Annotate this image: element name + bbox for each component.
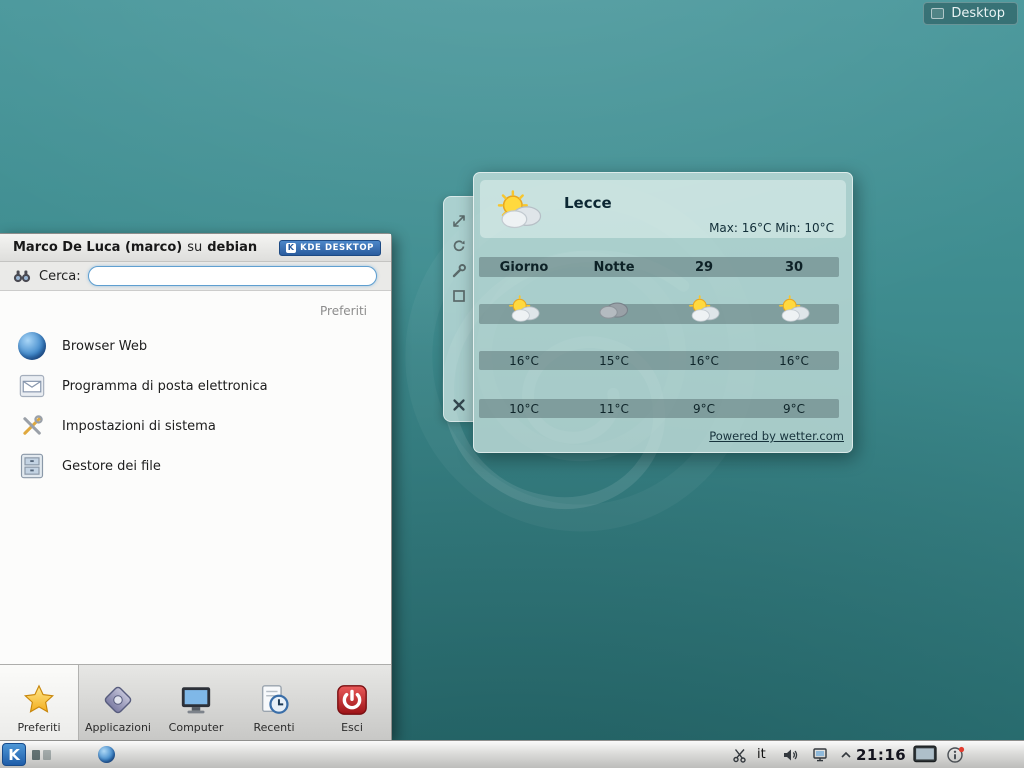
forecast-column-headers: Giorno Notte 29 30 [479,257,839,277]
menu-item-label: Browser Web [62,339,147,354]
weather-icon-cloudy [595,295,633,323]
day-temp: 15°C [569,354,659,368]
weather-city: Lecce [564,194,612,212]
resize-icon[interactable] [451,213,467,229]
virtual-desktop-pager[interactable] [32,741,51,768]
favorites-section-label: Preferiti [320,304,367,318]
taskbar-panel: K it 21:16 [0,740,1024,768]
keyboard-layout-indicator[interactable]: it [757,741,766,768]
tab-label: Preferiti [17,721,60,734]
desktop-toolbox-label: Desktop [951,6,1005,21]
computer-icon [179,683,213,717]
rotate-icon[interactable] [451,238,467,254]
day-temp: 16°C [659,354,749,368]
night-temperatures-row: 10°C 11°C 9°C 9°C [479,399,839,418]
pager-desktop-2[interactable] [43,750,51,760]
desktop: { "desktop": { "toolbox_label": "Desktop… [0,0,1024,768]
menu-item-system-settings[interactable]: Impostazioni di sistema [0,406,391,446]
kickoff-tab-bar: Preferiti Applicazioni Computer [0,664,391,740]
digital-clock[interactable]: 21:16 [856,741,906,768]
night-temp: 10°C [479,402,569,416]
night-temp: 9°C [749,402,839,416]
weather-widget-handle[interactable] [443,196,474,422]
kickoff-search-row: Cerca: [0,262,391,291]
weather-icon-sun-cloud [775,295,813,323]
maximize-icon[interactable] [451,288,467,304]
tab-favorites[interactable]: Preferiti [0,665,79,740]
tab-label: Esci [341,721,363,734]
host-name: debian [207,240,257,255]
forecast-col-header: Giorno [479,260,569,275]
menu-item-label: Gestore dei file [62,459,161,474]
pager-desktop-1[interactable] [32,750,40,760]
close-icon[interactable] [451,397,467,413]
kde-logo: K [8,746,20,764]
header-separator-word: su [187,240,202,255]
kde-logo-mini: K [286,243,296,253]
weather-header: Lecce Max: 16°C Min: 10°C [480,180,846,238]
web-shortcut-icon[interactable] [98,746,115,763]
kde-desktop-badge-label: KDE DESKTOP [300,243,374,253]
weather-icon-sun-cloud [505,295,543,323]
forecast-col-header: 29 [659,260,749,275]
email-icon [18,372,46,400]
night-temp: 11°C [569,402,659,416]
search-input[interactable] [88,266,377,286]
display-settings-icon[interactable] [912,745,938,765]
night-temp: 9°C [659,402,749,416]
recent-documents-icon [257,683,291,717]
system-settings-icon [18,412,46,440]
menu-item-browser-web[interactable]: Browser Web [0,326,391,366]
forecast-col-header: Notte [569,260,659,275]
binoculars-icon [12,266,32,286]
tab-label: Computer [169,721,224,734]
forecast-icons [479,292,839,326]
tab-label: Applicazioni [85,721,151,734]
forecast-col-header: 30 [749,260,839,275]
web-browser-icon [18,332,46,360]
volume-icon[interactable] [782,747,798,763]
notifications-icon[interactable] [946,745,966,765]
search-label: Cerca: [39,269,81,284]
weather-credit-link[interactable]: Powered by wetter.com [709,429,844,443]
kickoff-header: Marco De Luca (marco) su debian K KDE DE… [0,234,391,262]
menu-item-file-manager[interactable]: Gestore dei file [0,446,391,486]
day-temperatures-row: 16°C 15°C 16°C 16°C [479,351,839,370]
day-temp: 16°C [749,354,839,368]
configure-wrench-icon[interactable] [451,263,467,279]
menu-item-email[interactable]: Programma di posta elettronica [0,366,391,406]
desktop-folder-icon [931,8,944,19]
file-manager-icon [18,452,46,480]
network-monitor-icon[interactable] [812,747,830,763]
kmenu-launcher-button[interactable]: K [2,743,26,766]
tab-computer[interactable]: Computer [157,665,235,740]
applications-icon [101,683,135,717]
klipper-scissors-icon[interactable] [732,747,748,763]
day-temp: 16°C [479,354,569,368]
weather-minmax: Max: 16°C Min: 10°C [709,221,834,235]
tab-recent[interactable]: Recenti [235,665,313,740]
tab-leave[interactable]: Esci [313,665,391,740]
shutdown-icon [335,683,369,717]
desktop-toolbox[interactable]: Desktop [923,2,1018,25]
weather-current-icon [492,190,546,230]
user-name: Marco De Luca (marco) [13,240,182,255]
star-icon [22,683,56,717]
kde-desktop-badge: K KDE DESKTOP [279,240,381,256]
kickoff-items: Browser Web Programma di posta elettroni… [0,326,391,486]
menu-item-label: Programma di posta elettronica [62,379,268,394]
menu-item-label: Impostazioni di sistema [62,419,216,434]
tab-applications[interactable]: Applicazioni [79,665,157,740]
systray-expander-icon[interactable] [840,751,852,759]
weather-widget: Lecce Max: 16°C Min: 10°C Giorno Notte 2… [473,172,853,453]
kickoff-menu: Marco De Luca (marco) su debian K KDE DE… [0,233,392,740]
weather-icon-sun-cloud [685,295,723,323]
tab-label: Recenti [253,721,294,734]
